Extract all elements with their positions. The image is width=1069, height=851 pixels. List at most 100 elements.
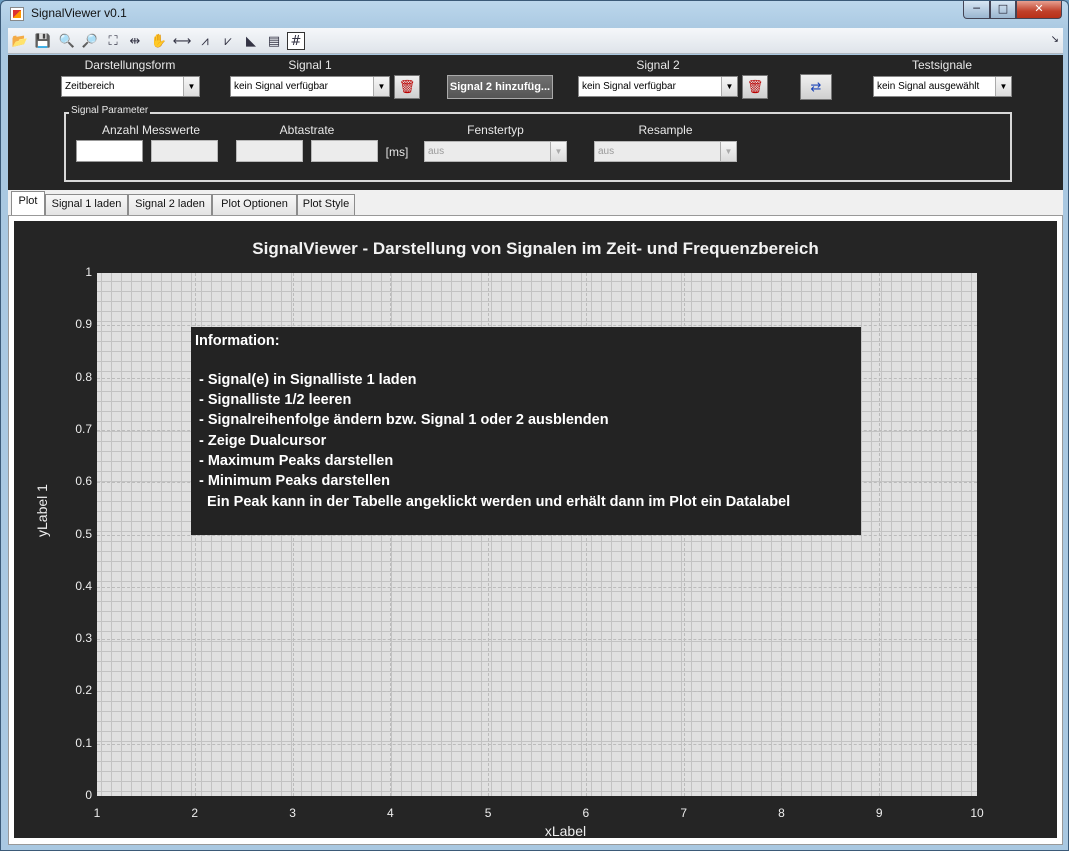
tab-plot[interactable]: Plot — [11, 191, 45, 215]
grid-icon[interactable]: # — [287, 32, 305, 50]
y-tick-label: 0.9 — [75, 317, 92, 332]
legend-icon[interactable]: ▤ — [265, 32, 283, 50]
panel-title: Signal Parameter — [69, 105, 151, 116]
swap-icon: ⇄ — [810, 79, 822, 95]
abtastrate-signal2-field[interactable] — [311, 140, 378, 162]
plot-area: SignalViewer - Darstellung von Signalen … — [14, 221, 1057, 839]
x-tick-label: 4 — [386, 806, 394, 820]
tab-plot-style[interactable]: Plot Style — [297, 194, 355, 215]
signal-parameter-panel: Signal Parameter Anzahl Messwerte Abtast… — [64, 105, 1012, 182]
y-tick-label: 0 — [85, 788, 92, 802]
fenstertyp-value: aus — [428, 146, 445, 157]
signal2-select[interactable]: kein Signal verfügbar ▼ — [578, 76, 738, 97]
toolbar-overflow-icon[interactable]: ↘ — [1051, 34, 1059, 45]
darstellungsform-select[interactable]: Zeitbereich ▼ — [61, 76, 200, 97]
pan-icon[interactable]: ✋ — [150, 32, 168, 50]
tab-signal2-laden[interactable]: Signal 2 laden — [128, 194, 212, 215]
info-line: - Zeige Dualcursor — [199, 433, 327, 449]
info-line: - Signal(e) in Signalliste 1 laden — [199, 372, 417, 388]
abtastrate-signal1-field[interactable] — [236, 140, 303, 162]
signal2-value: kein Signal verfügbar — [582, 81, 676, 92]
anzahl-messwerte-label: Anzahl Messwerte — [101, 123, 201, 137]
fenstertyp-select[interactable]: aus ▼ — [424, 141, 567, 162]
title-bar[interactable]: SignalViewer v0.1 ─ □ ✕ — [1, 1, 1068, 27]
abtastrate-label: Abtastrate — [279, 123, 335, 137]
y-tick-label: 0.5 — [75, 526, 92, 541]
app-window: SignalViewer v0.1 ─ □ ✕ ↘ 📂 💾 🔍 🔎 ⛶ ⇹ ✋ ⟷ ⩘ ⩗ ◣ ▤ # … — [0, 0, 1069, 851]
chevron-down-icon: ▼ — [995, 77, 1011, 96]
swap-signals-button[interactable]: ⇄ — [800, 74, 832, 100]
x-axis-label: xLabel — [544, 823, 587, 839]
x-tick-label: 9 — [875, 806, 883, 820]
clear-signal1-button[interactable]: 🗑 — [394, 75, 420, 99]
x-tick-label: 8 — [778, 806, 785, 820]
x-tick-label: 10 — [970, 806, 984, 820]
trash-icon: 🗑 — [398, 79, 416, 95]
y-grid-line — [97, 691, 977, 693]
anzahl-signal2-field[interactable] — [151, 140, 218, 162]
info-line: Ein Peak kann in der Tabelle angeklickt … — [199, 494, 791, 510]
peak-max-icon[interactable]: ⩘ — [196, 32, 214, 50]
darstellungsform-value: Zeitbereich — [65, 81, 115, 92]
y-tick-label: 0.1 — [75, 735, 92, 750]
info-line: - Maximum Peaks darstellen — [199, 453, 394, 469]
window-title: SignalViewer v0.1 — [31, 6, 127, 20]
darstellungsform-label: Darstellungsform — [84, 58, 176, 72]
peak-min-icon[interactable]: ⩗ — [219, 32, 237, 50]
y-tick-label: 0.3 — [75, 631, 92, 646]
matlab-icon — [10, 7, 24, 21]
resample-value: aus — [598, 146, 615, 157]
maximize-button[interactable]: □ — [990, 1, 1016, 19]
save-icon[interactable]: 💾 — [34, 32, 52, 50]
tab-signal1-laden[interactable]: Signal 1 laden — [45, 194, 128, 215]
y-grid-line — [97, 743, 977, 745]
datatip-icon[interactable]: ◣ — [242, 32, 260, 50]
minimize-button[interactable]: ─ — [963, 1, 990, 19]
open-icon[interactable]: 📂 — [11, 32, 29, 50]
y-grid-line — [97, 586, 977, 588]
zoom-fit-icon[interactable]: ⛶ — [104, 32, 122, 50]
tab-plot-optionen[interactable]: Plot Optionen — [212, 194, 297, 215]
info-line: - Signalliste 1/2 leeren — [199, 392, 352, 408]
measure-icon[interactable]: ⇹ — [126, 32, 144, 50]
testsignale-label: Testsignale — [911, 58, 973, 72]
trash-icon: 🗑 — [746, 79, 764, 95]
x-tick-label: 7 — [680, 806, 687, 820]
x-tick-label: 1 — [93, 806, 101, 820]
chevron-down-icon: ▼ — [550, 142, 566, 161]
y-tick-label: 0.6 — [75, 474, 92, 489]
info-line: - Signalreihenfolge ändern bzw. Signal 1… — [199, 412, 609, 428]
signal1-label: Signal 1 — [288, 58, 332, 72]
zoom-out-icon[interactable]: 🔎 — [81, 32, 99, 50]
y-grid-line — [97, 639, 977, 641]
clear-signal2-button[interactable]: 🗑 — [742, 75, 768, 99]
y-tick-label: 0.4 — [75, 578, 92, 593]
signal1-select[interactable]: kein Signal verfügbar ▼ — [230, 76, 390, 97]
chevron-down-icon: ▼ — [183, 77, 199, 96]
resample-label: Resample — [638, 123, 693, 137]
add-signal2-button[interactable]: Signal 2 hinzufüg... — [447, 75, 553, 99]
signal2-label: Signal 2 — [636, 58, 680, 72]
y-tick-label: 0.2 — [75, 683, 92, 698]
chevron-down-icon: ▼ — [721, 77, 737, 96]
testsignale-select[interactable]: kein Signal ausgewählt ▼ — [873, 76, 1012, 97]
chevron-down-icon: ▼ — [373, 77, 389, 96]
y-tick-label: 1 — [85, 265, 92, 279]
plot-title: SignalViewer - Darstellung von Signalen … — [252, 239, 819, 258]
information-box: Information: - Signal(e) in Signalliste … — [191, 327, 861, 535]
resample-select[interactable]: aus ▼ — [594, 141, 737, 162]
signal1-value: kein Signal verfügbar — [234, 81, 328, 92]
cursor-icon[interactable]: ⟷ — [173, 32, 192, 50]
x-tick-label: 3 — [289, 806, 296, 820]
main-panel: Darstellungsform Zeitbereich ▼ Signal 1 … — [8, 55, 1063, 845]
y-tick-label: 0.7 — [75, 421, 92, 436]
x-tick-label: 2 — [191, 806, 199, 820]
chevron-down-icon: ▼ — [720, 142, 736, 161]
anzahl-signal1-field[interactable] — [76, 140, 143, 162]
info-title: Information: — [195, 333, 280, 349]
tab-content: SignalViewer - Darstellung von Signalen … — [8, 215, 1063, 845]
zoom-in-icon[interactable]: 🔍 — [58, 32, 76, 50]
x-tick-label: 5 — [484, 806, 492, 820]
close-button[interactable]: ✕ — [1016, 1, 1062, 19]
toolbar: ↘ 📂 💾 🔍 🔎 ⛶ ⇹ ✋ ⟷ ⩘ ⩗ ◣ ▤ # — [8, 28, 1063, 54]
